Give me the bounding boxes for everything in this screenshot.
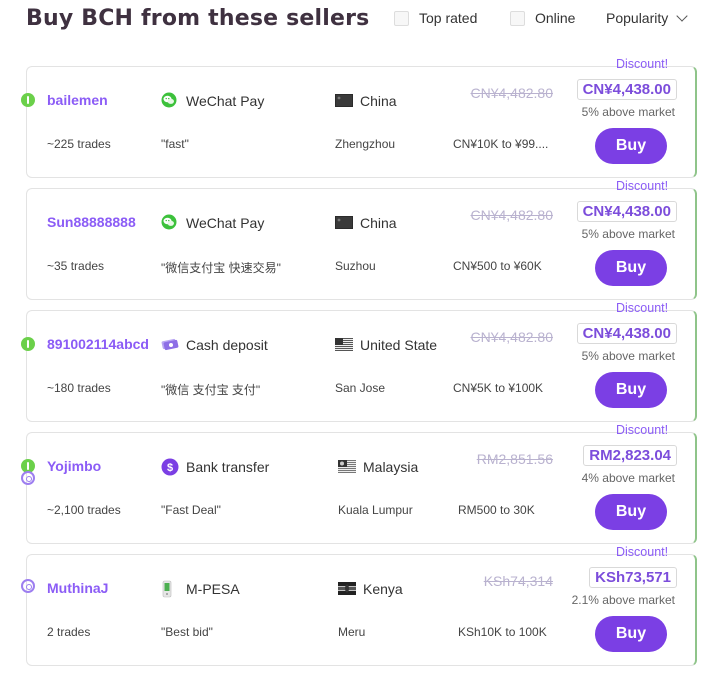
discounted-price: RM2,823.04 <box>583 445 677 466</box>
sort-label: Popularity <box>606 10 669 26</box>
market-comparison: 4% above market <box>581 471 675 485</box>
verified-badge-icon <box>21 471 35 485</box>
trade-count: 2 trades <box>47 625 91 639</box>
sort-dropdown[interactable]: Popularity <box>606 10 688 26</box>
discount-label: Discount! <box>616 423 669 437</box>
trade-count: ~35 trades <box>47 259 105 273</box>
filter-top-rated[interactable]: Top rated <box>394 10 477 26</box>
trade-limits: CN¥10K to ¥99.... <box>453 137 549 151</box>
payment-method: M-PESA <box>186 581 240 597</box>
city-name: Meru <box>338 625 366 639</box>
buy-button[interactable]: Buy <box>595 250 667 286</box>
seller-name-link[interactable]: Yojimbo <box>47 458 101 474</box>
city-name: Suzhou <box>335 259 376 273</box>
offer-comment: "Best bid" <box>161 625 213 639</box>
market-comparison: 5% above market <box>581 227 675 241</box>
top-rated-checkbox[interactable] <box>394 10 409 26</box>
country-flag-icon <box>335 94 353 107</box>
discounted-price: CN¥4,438.00 <box>576 201 677 222</box>
country-name: Malaysia <box>363 459 419 475</box>
offer-card: Discount! bailemen ~225 trades WeChat Pay "f… <box>21 57 697 178</box>
verified-badge-icon <box>21 579 35 593</box>
country-name: China <box>360 215 397 231</box>
wechat-pay-icon <box>161 92 177 108</box>
discount-label: Discount! <box>616 179 669 193</box>
top-rated-label: Top rated <box>419 10 478 26</box>
offer-comment: "fast" <box>161 137 189 151</box>
trade-count: ~2,100 trades <box>47 503 121 517</box>
bank-transfer-icon: $ <box>161 458 179 476</box>
country-flag-icon <box>338 582 356 595</box>
page-header: Buy BCH from these sellers Top rated Onl… <box>0 0 712 44</box>
trade-count: ~225 trades <box>47 137 111 151</box>
wechat-pay-icon <box>161 214 177 230</box>
country-name: United State <box>360 337 438 353</box>
online-label: Online <box>535 10 576 26</box>
payment-method: WeChat Pay <box>186 93 265 109</box>
buy-button[interactable]: Buy <box>595 616 667 652</box>
offer-card: Discount! MuthinaJ 2 trades M-PESA "Best bid… <box>21 545 697 666</box>
trade-limits: KSh10K to 100K <box>458 625 547 639</box>
page-title: Buy BCH from these sellers <box>26 6 370 31</box>
trade-count: ~180 trades <box>47 381 111 395</box>
trade-limits: RM500 to 30K <box>458 503 535 517</box>
city-name: Kuala Lumpur <box>338 503 413 517</box>
market-comparison: 5% above market <box>581 349 675 363</box>
discount-label: Discount! <box>616 545 669 559</box>
offer-comment: "微信支付宝 快速交易" <box>161 261 281 275</box>
discounted-price: CN¥4,438.00 <box>576 79 677 100</box>
country-name: China <box>360 93 397 109</box>
buy-button[interactable]: Buy <box>595 494 667 530</box>
country-flag-icon <box>335 338 353 351</box>
seller-name-link[interactable]: bailemen <box>47 92 108 108</box>
offer-card: Discount! 891002114abcd ~180 trades Cash de… <box>21 301 697 422</box>
payment-method: Cash deposit <box>186 337 268 353</box>
buy-button[interactable]: Buy <box>595 372 667 408</box>
filter-online[interactable]: Online <box>510 10 575 26</box>
cash-deposit-icon <box>161 336 179 352</box>
seller-name-link[interactable]: MuthinaJ <box>47 580 108 596</box>
online-checkbox[interactable] <box>510 10 525 26</box>
country-flag-icon <box>338 460 356 473</box>
offer-comment: "微信 支付宝 支付" <box>161 383 261 397</box>
buy-button[interactable]: Buy <box>595 128 667 164</box>
discounted-price: KSh73,571 <box>589 567 677 588</box>
original-price: CN¥4,482.80 <box>470 329 553 345</box>
seller-name-link[interactable]: 891002114abcd <box>47 336 149 352</box>
payment-method: Bank transfer <box>186 459 270 475</box>
trade-limits: CN¥5K to ¥100K <box>453 381 544 395</box>
city-name: San Jose <box>335 381 386 395</box>
discount-label: Discount! <box>616 57 669 71</box>
original-price: CN¥4,482.80 <box>470 207 553 223</box>
country-name: Kenya <box>363 581 403 597</box>
original-price: CN¥4,482.80 <box>470 85 553 101</box>
offer-card: Discount! Yojimbo ~2,100 trades $ Bank trans… <box>21 423 697 544</box>
svg-text:$: $ <box>167 462 173 474</box>
discounted-price: CN¥4,438.00 <box>576 323 677 344</box>
offer-comment: "Fast Deal" <box>161 503 221 517</box>
market-comparison: 5% above market <box>581 105 675 119</box>
seller-name-link[interactable]: Sun88888888 <box>47 214 136 230</box>
market-comparison: 2.1% above market <box>571 593 675 607</box>
original-price: RM2,851.56 <box>476 451 553 467</box>
chevron-down-icon <box>676 10 688 22</box>
online-status-icon <box>21 337 35 351</box>
payment-method: WeChat Pay <box>186 215 265 231</box>
m-pesa-icon <box>161 580 177 598</box>
offer-card: Discount! Sun88888888 ~35 trades WeChat Pay… <box>26 179 697 300</box>
city-name: Zhengzhou <box>335 137 396 151</box>
discount-label: Discount! <box>616 301 669 315</box>
trade-limits: CN¥500 to ¥60K <box>453 259 542 273</box>
country-flag-icon <box>335 216 353 229</box>
original-price: KSh74,314 <box>483 573 553 589</box>
online-status-icon <box>21 93 35 107</box>
